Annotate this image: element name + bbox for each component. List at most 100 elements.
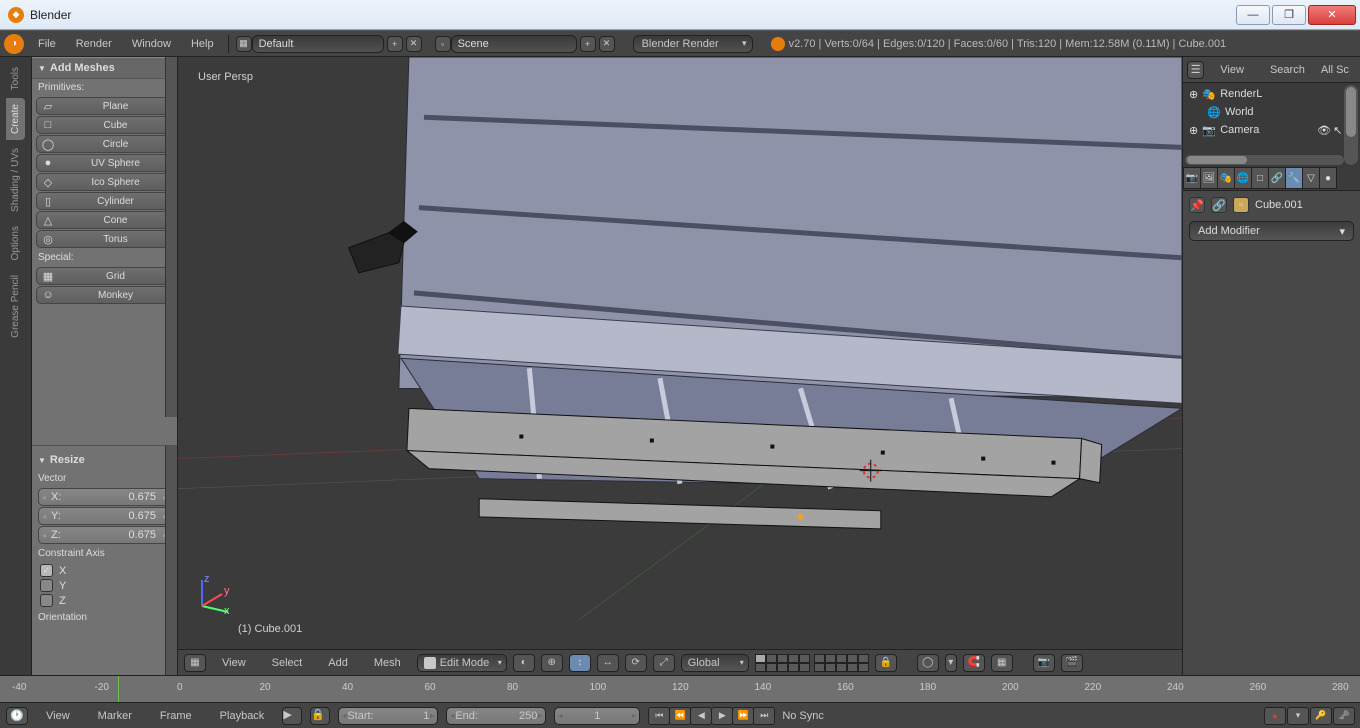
scene-remove-button[interactable]: ✕ bbox=[599, 36, 615, 52]
outliner-type-button[interactable]: ☰ bbox=[1187, 61, 1204, 79]
tab-scene[interactable]: 🎭 bbox=[1217, 167, 1235, 189]
resize-y-field[interactable]: Y:0.675 bbox=[38, 507, 171, 525]
play-reverse-button[interactable]: ◀ bbox=[690, 707, 712, 725]
constraint-x-check[interactable]: ✓X bbox=[40, 564, 169, 577]
add-cylinder-button[interactable]: ▯Cylinder bbox=[36, 192, 173, 210]
sidetab-options[interactable]: Options bbox=[6, 220, 25, 266]
cursor-icon[interactable]: ↖ bbox=[1333, 124, 1342, 137]
menu-help[interactable]: Help bbox=[181, 38, 224, 50]
render-opengl-button[interactable]: 📷 bbox=[1033, 654, 1055, 672]
delete-key-button[interactable]: 🗝 bbox=[1333, 707, 1355, 725]
window-close-button[interactable]: ✕ bbox=[1308, 5, 1356, 25]
add-cone-button[interactable]: △Cone bbox=[36, 211, 173, 229]
tl-menu-frame[interactable]: Frame bbox=[150, 710, 202, 722]
constraint-z-check[interactable]: Z bbox=[40, 594, 169, 607]
add-uv-sphere-button[interactable]: ●UV Sphere bbox=[36, 154, 173, 172]
eye-icon[interactable]: 👁 bbox=[1317, 124, 1331, 137]
scene-add-button[interactable]: + bbox=[580, 36, 596, 52]
outliner-filter-dropdown[interactable]: All Sc bbox=[1321, 64, 1356, 76]
tab-data[interactable]: ▽ bbox=[1302, 167, 1320, 189]
layout-remove-button[interactable]: ✕ bbox=[406, 36, 422, 52]
keyframe-prev-button[interactable]: ⏪ bbox=[669, 707, 691, 725]
menu-render[interactable]: Render bbox=[66, 38, 122, 50]
blender-logo-icon[interactable]: ◑ bbox=[4, 34, 24, 54]
use-preview-toggle[interactable]: ▶ bbox=[282, 707, 302, 725]
snap-type[interactable]: ▦ bbox=[991, 654, 1013, 672]
menu-file[interactable]: File bbox=[28, 38, 66, 50]
pivot-dropdown[interactable]: ⊕ bbox=[541, 654, 563, 672]
manip-translate[interactable]: ↔ bbox=[597, 654, 619, 672]
tab-world[interactable]: 🌐 bbox=[1234, 167, 1252, 189]
autokey-toggle[interactable]: ● bbox=[1264, 707, 1286, 725]
3d-viewport[interactable]: User Persp (1) Cube.001 bbox=[178, 57, 1182, 649]
layout-browse-button[interactable]: ▦ bbox=[236, 36, 252, 52]
scene-input[interactable] bbox=[458, 38, 558, 50]
resize-z-field[interactable]: Z:0.675 bbox=[38, 526, 171, 544]
tab-renderlayers[interactable]: 🖼 bbox=[1200, 167, 1218, 189]
window-minimize-button[interactable]: — bbox=[1236, 5, 1270, 25]
sync-dropdown[interactable]: No Sync bbox=[782, 710, 862, 722]
resize-x-field[interactable]: X:0.675 bbox=[38, 488, 171, 506]
manip-scale[interactable]: ⤢ bbox=[653, 654, 675, 672]
add-grid-button[interactable]: ▦Grid bbox=[36, 267, 173, 285]
constraint-y-check[interactable]: Y bbox=[40, 579, 169, 592]
insert-key-button[interactable]: 🔑 bbox=[1310, 707, 1332, 725]
resize-panel-head[interactable]: Resize bbox=[32, 450, 177, 470]
add-torus-button[interactable]: ◎Torus bbox=[36, 230, 173, 248]
outl-menu-search[interactable]: Search bbox=[1260, 64, 1315, 76]
tab-constraints[interactable]: 🔗 bbox=[1268, 167, 1286, 189]
tab-render[interactable]: 📷 bbox=[1183, 167, 1201, 189]
mode-dropdown[interactable]: Edit Mode bbox=[417, 654, 507, 672]
add-monkey-button[interactable]: ☺Monkey bbox=[36, 286, 173, 304]
screen-layout-field[interactable] bbox=[252, 35, 384, 53]
start-frame-field[interactable]: Start:1 bbox=[338, 707, 438, 725]
sidetab-tools[interactable]: Tools bbox=[6, 61, 25, 96]
keyframe-next-button[interactable]: ⏩ bbox=[732, 707, 754, 725]
tl-menu-marker[interactable]: Marker bbox=[88, 710, 142, 722]
proportional-toggle[interactable]: ◯ bbox=[917, 654, 939, 672]
current-frame-field[interactable]: 1 bbox=[554, 707, 640, 725]
tab-material[interactable]: ● bbox=[1319, 167, 1337, 189]
tab-object[interactable]: □ bbox=[1251, 167, 1269, 189]
editor-type-button[interactable]: ▦ bbox=[184, 654, 206, 672]
shading-dropdown[interactable]: ◐ bbox=[513, 654, 535, 672]
keyingset-dropdown[interactable]: ▾ bbox=[1287, 707, 1309, 725]
outliner-scrollbar[interactable] bbox=[1344, 85, 1358, 165]
add-plane-button[interactable]: ▱Plane bbox=[36, 97, 173, 115]
scene-field[interactable] bbox=[451, 35, 577, 53]
render-engine-dropdown[interactable]: Blender Render bbox=[633, 35, 753, 53]
tab-modifiers[interactable]: 🔧 bbox=[1285, 167, 1303, 189]
play-button[interactable]: ▶ bbox=[711, 707, 733, 725]
add-modifier-dropdown[interactable]: Add Modifier▾ bbox=[1189, 221, 1354, 241]
manipulator-toggle[interactable]: ↕ bbox=[569, 654, 591, 672]
lock-camera-toggle[interactable]: 🔒 bbox=[875, 654, 897, 672]
layout-add-button[interactable]: + bbox=[387, 36, 403, 52]
snap-toggle[interactable]: 🧲 bbox=[963, 654, 985, 672]
window-maximize-button[interactable]: ❐ bbox=[1272, 5, 1306, 25]
layer-buttons[interactable] bbox=[755, 654, 869, 672]
end-frame-field[interactable]: End:250 bbox=[446, 707, 546, 725]
add-cube-button[interactable]: □Cube bbox=[36, 116, 173, 134]
sidetab-grease[interactable]: Grease Pencil bbox=[6, 269, 25, 344]
screen-layout-input[interactable] bbox=[259, 38, 359, 50]
manip-rotate[interactable]: ⟳ bbox=[625, 654, 647, 672]
outliner-tree[interactable]: ⊕🎭RenderL 🌐World ⊕📷Camera👁↖📷 bbox=[1183, 83, 1360, 167]
outl-menu-view[interactable]: View bbox=[1210, 64, 1254, 76]
vpmenu-select[interactable]: Select bbox=[262, 657, 313, 669]
jump-start-button[interactable]: ⏮ bbox=[648, 707, 670, 725]
vpmenu-mesh[interactable]: Mesh bbox=[364, 657, 411, 669]
jump-end-button[interactable]: ⏭ bbox=[753, 707, 775, 725]
sidetab-shading[interactable]: Shading / UVs bbox=[6, 142, 25, 218]
timeline-cursor[interactable] bbox=[118, 676, 119, 702]
add-circle-button[interactable]: ◯Circle bbox=[36, 135, 173, 153]
menu-window[interactable]: Window bbox=[122, 38, 181, 50]
tl-menu-view[interactable]: View bbox=[36, 710, 80, 722]
lock-range-toggle[interactable]: 🔒 bbox=[310, 707, 330, 725]
proportional-dropdown[interactable]: ▾ bbox=[945, 654, 957, 672]
vpmenu-add[interactable]: Add bbox=[318, 657, 358, 669]
render-anim-button[interactable]: 🎬 bbox=[1061, 654, 1083, 672]
addmesh-panel-head[interactable]: Add Meshes bbox=[32, 57, 177, 79]
orientation-dropdown[interactable]: Global bbox=[681, 654, 749, 672]
timeline-ruler[interactable]: -40-200204060801001201401601802002202402… bbox=[0, 675, 1360, 702]
operator-scrollbar[interactable] bbox=[165, 446, 177, 675]
